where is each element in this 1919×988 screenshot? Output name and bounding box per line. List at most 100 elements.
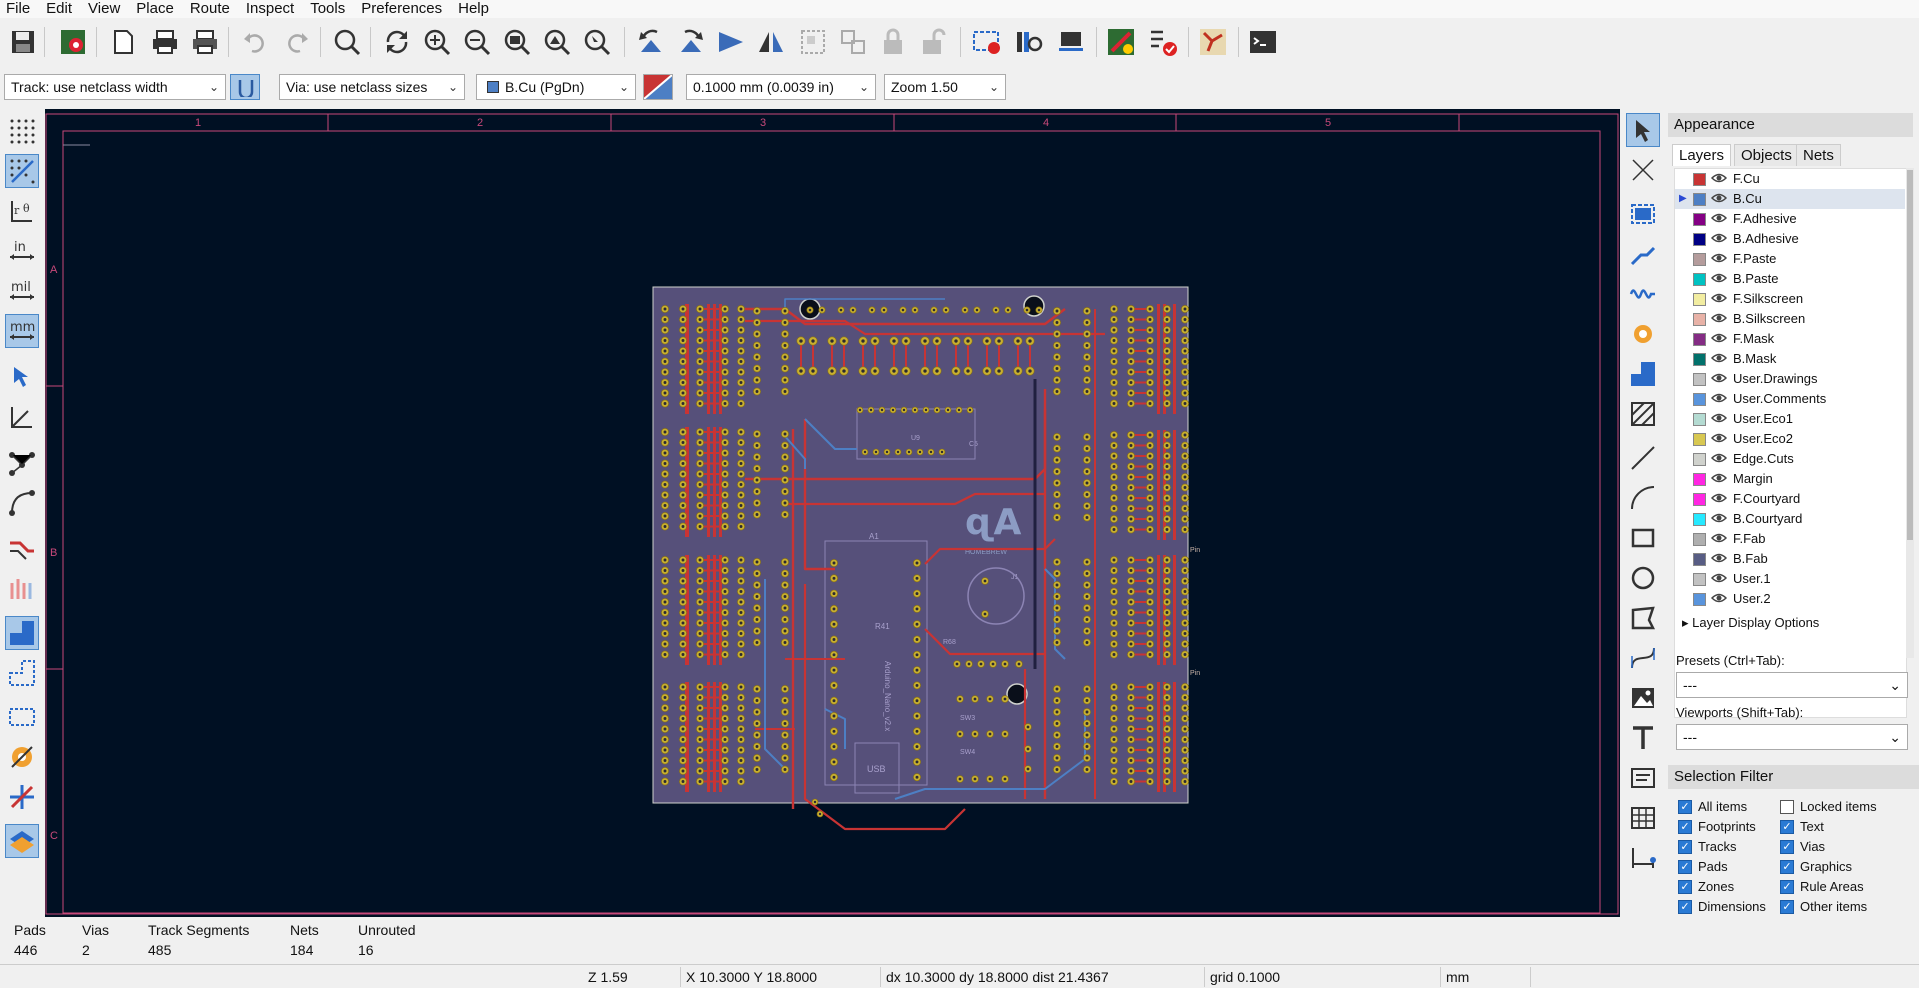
group-icon[interactable] xyxy=(796,25,830,59)
high-contrast-icon[interactable] xyxy=(5,780,39,814)
filter-checkbox[interactable]: ✓ xyxy=(1678,880,1692,894)
add-text-icon[interactable] xyxy=(1626,721,1660,755)
track-clearance-icon[interactable] xyxy=(5,530,39,564)
rotate-cw-icon[interactable] xyxy=(674,25,708,59)
cursor-shape-icon[interactable] xyxy=(5,360,39,394)
layer-row[interactable]: User.Eco1 xyxy=(1675,409,1905,429)
visibility-eye-icon[interactable] xyxy=(1710,251,1728,271)
menu-view[interactable]: View xyxy=(82,0,130,18)
draw-circle-icon[interactable] xyxy=(1626,561,1660,595)
local-ratsnest-icon[interactable] xyxy=(1626,153,1660,187)
add-zone-icon[interactable] xyxy=(1626,357,1660,391)
filter-checkbox[interactable]: ✓ xyxy=(1780,840,1794,854)
layer-color-swatch[interactable] xyxy=(1693,493,1706,506)
visibility-eye-icon[interactable] xyxy=(1710,331,1728,351)
layer-color-swatch[interactable] xyxy=(1693,193,1706,206)
layer-row[interactable]: Margin xyxy=(1675,469,1905,489)
scripting-icon[interactable] xyxy=(1104,25,1138,59)
layer-color-swatch[interactable] xyxy=(1693,213,1706,226)
layer-color-swatch[interactable] xyxy=(1693,393,1706,406)
via-size-select[interactable]: Via: use netclass sizes ⌄ xyxy=(279,74,465,100)
layer-color-swatch[interactable] xyxy=(1693,273,1706,286)
layer-row[interactable]: F.Cu xyxy=(1675,169,1905,189)
print-icon[interactable] xyxy=(148,25,182,59)
grid-visibility-icon[interactable] xyxy=(5,114,39,148)
zone-outline-icon[interactable] xyxy=(5,656,39,690)
filter-checkbox[interactable]: ✓ xyxy=(1780,900,1794,914)
layer-row[interactable]: F.Mask xyxy=(1675,329,1905,349)
rotate-ccw-icon[interactable] xyxy=(634,25,668,59)
find-icon[interactable] xyxy=(330,25,364,59)
tune-length-icon[interactable] xyxy=(1626,277,1660,311)
layer-color-swatch[interactable] xyxy=(1693,453,1706,466)
zoom-selection-icon[interactable] xyxy=(580,25,614,59)
curved-ratsnest-icon[interactable] xyxy=(5,486,39,520)
menu-help[interactable]: Help xyxy=(452,0,499,18)
layer-list-scrollbar[interactable] xyxy=(1906,168,1914,658)
layer-display-options[interactable]: ▸ Layer Display Options xyxy=(1682,615,1819,631)
layer-color-swatch[interactable] xyxy=(1693,553,1706,566)
layer-row[interactable]: User.Eco2 xyxy=(1675,429,1905,449)
filter-checkbox[interactable]: ✓ xyxy=(1678,800,1692,814)
units-mm-icon[interactable]: mm xyxy=(5,314,39,348)
layer-color-swatch[interactable] xyxy=(1693,233,1706,246)
menu-inspect[interactable]: Inspect xyxy=(240,0,304,18)
add-dimension-icon[interactable] xyxy=(1626,841,1660,875)
page-settings-icon[interactable] xyxy=(106,25,140,59)
unlock-icon[interactable] xyxy=(916,25,950,59)
visibility-eye-icon[interactable] xyxy=(1710,491,1728,511)
zoom-select[interactable]: Zoom 1.50 ⌄ xyxy=(884,74,1006,100)
visibility-eye-icon[interactable] xyxy=(1710,411,1728,431)
layer-color-swatch[interactable] xyxy=(1693,573,1706,586)
filter-checkbox[interactable]: ✓ xyxy=(1678,900,1692,914)
board-setup-icon[interactable] xyxy=(56,25,90,59)
route-track-icon[interactable] xyxy=(1626,237,1660,271)
menu-file[interactable]: File xyxy=(0,0,40,18)
footprint-library-icon[interactable] xyxy=(1012,25,1046,59)
layer-row[interactable]: B.Paste xyxy=(1675,269,1905,289)
draw-line-icon[interactable] xyxy=(1626,441,1660,475)
visibility-eye-icon[interactable] xyxy=(1710,191,1728,211)
appearance-panel-icon[interactable] xyxy=(5,824,39,858)
polar-coords-icon[interactable]: rθ xyxy=(5,194,39,228)
plot-icon[interactable] xyxy=(188,25,222,59)
add-textbox-icon[interactable] xyxy=(1626,761,1660,795)
draw-polygon-icon[interactable] xyxy=(1626,601,1660,635)
filter-checkbox[interactable]: ✓ xyxy=(1678,860,1692,874)
visibility-eye-icon[interactable] xyxy=(1710,291,1728,311)
layer-row[interactable]: User.2 xyxy=(1675,589,1905,609)
layer-color-swatch[interactable] xyxy=(1693,533,1706,546)
layer-color-swatch[interactable] xyxy=(1693,593,1706,606)
add-via-icon[interactable] xyxy=(1626,317,1660,351)
drc-icon[interactable] xyxy=(1146,25,1180,59)
layer-color-swatch[interactable] xyxy=(1693,333,1706,346)
draw-rectangle-icon[interactable] xyxy=(1626,521,1660,555)
menu-place[interactable]: Place xyxy=(130,0,184,18)
layer-color-swatch[interactable] xyxy=(1693,373,1706,386)
visibility-eye-icon[interactable] xyxy=(1710,591,1728,611)
layer-row[interactable]: B.Courtyard xyxy=(1675,509,1905,529)
visibility-eye-icon[interactable] xyxy=(1710,271,1728,291)
add-image-icon[interactable] xyxy=(1626,681,1660,715)
layer-row[interactable]: F.Fab xyxy=(1675,529,1905,549)
grid-overrides-icon[interactable] xyxy=(5,154,39,188)
filter-checkbox[interactable]: ✓ xyxy=(1780,820,1794,834)
layer-row[interactable]: F.Adhesive xyxy=(1675,209,1905,229)
layer-row[interactable]: B.Fab xyxy=(1675,549,1905,569)
visibility-eye-icon[interactable] xyxy=(1710,371,1728,391)
auto-track-width-button[interactable] xyxy=(230,74,260,100)
menu-route[interactable]: Route xyxy=(184,0,240,18)
visibility-eye-icon[interactable] xyxy=(1710,351,1728,371)
visibility-eye-icon[interactable] xyxy=(1710,391,1728,411)
layer-color-swatch[interactable] xyxy=(1693,313,1706,326)
add-table-icon[interactable] xyxy=(1626,801,1660,835)
units-inch-icon[interactable]: in xyxy=(5,234,39,268)
visibility-eye-icon[interactable] xyxy=(1710,171,1728,191)
layer-row[interactable]: B.Mask xyxy=(1675,349,1905,369)
net-inspector-icon[interactable] xyxy=(1196,25,1230,59)
draw-bezier-icon[interactable] xyxy=(1626,641,1660,675)
refresh-icon[interactable] xyxy=(380,25,414,59)
layer-row[interactable]: ▶ B.Cu xyxy=(1675,189,1905,209)
layer-row[interactable]: User.Drawings xyxy=(1675,369,1905,389)
zoom-out-icon[interactable] xyxy=(460,25,494,59)
